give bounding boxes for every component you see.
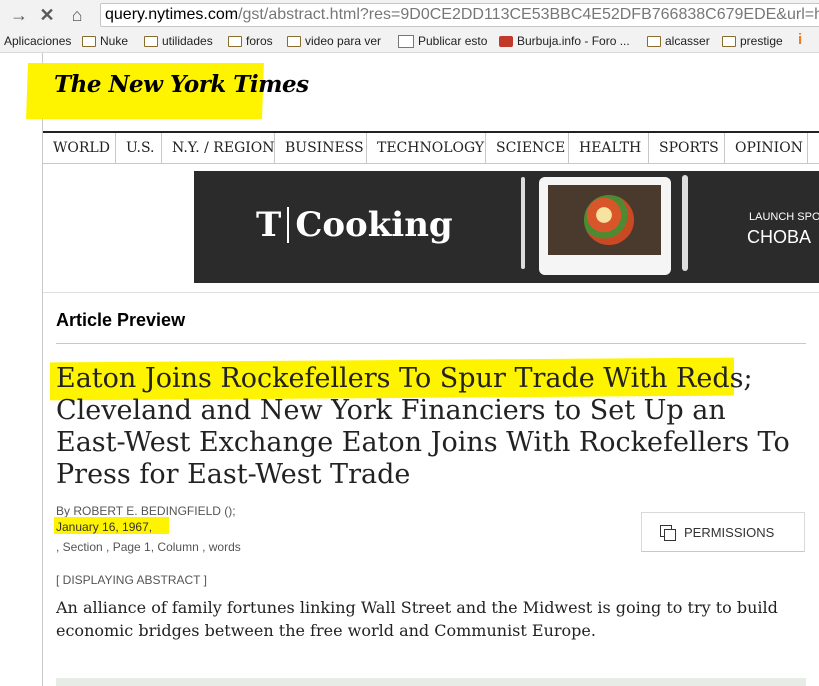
copy-icon bbox=[660, 525, 676, 541]
folder-icon bbox=[647, 35, 661, 47]
bottom-panel bbox=[56, 678, 806, 686]
cooking-ad-banner[interactable]: TCooking LAUNCH SPON CHOBA bbox=[194, 171, 819, 283]
nav-world[interactable]: WORLD bbox=[43, 133, 116, 163]
tablet-image bbox=[539, 177, 671, 275]
folder-icon bbox=[82, 35, 96, 47]
pizza-image bbox=[584, 195, 634, 245]
nav-ny-region[interactable]: N.Y. / REGION bbox=[162, 133, 275, 163]
section-nav: WORLD U.S. N.Y. / REGION BUSINESS TECHNO… bbox=[43, 131, 819, 164]
nav-sports[interactable]: SPORTS bbox=[649, 133, 725, 163]
bookmark-publicar[interactable]: Publicar esto bbox=[398, 34, 487, 48]
info-favicon-icon[interactable]: i bbox=[798, 31, 802, 48]
bookmark-burbuja[interactable]: Burbuja.info - Foro ... bbox=[499, 34, 630, 48]
folder-icon bbox=[287, 35, 301, 47]
bookmark-label: alcasser bbox=[665, 34, 710, 48]
ad-cooking-logo: T Cooking bbox=[256, 205, 453, 245]
ad-brand: Cooking bbox=[295, 205, 453, 245]
tablet-screen bbox=[548, 185, 661, 255]
fork-icon bbox=[521, 177, 525, 269]
bookmark-apps[interactable]: Aplicaciones bbox=[4, 34, 71, 48]
bookmark-label: Aplicaciones bbox=[4, 34, 72, 48]
divider bbox=[43, 292, 819, 293]
address-bar[interactable]: query.nytimes.com/gst/abstract.html?res=… bbox=[100, 3, 819, 27]
burbuja-favicon-icon bbox=[499, 35, 513, 47]
ad-choba-text: CHOBA bbox=[747, 227, 812, 247]
article-headline: Eaton Joins Rockefellers To Spur Trade W… bbox=[56, 363, 790, 490]
abstract-label: [ DISPLAYING ABSTRACT ] bbox=[56, 573, 207, 587]
url-path: /gst/abstract.html?res=9D0CE2DD113CE53BB… bbox=[238, 6, 819, 23]
bookmark-label: Publicar esto bbox=[418, 34, 488, 48]
bookmark-label: prestige bbox=[740, 34, 783, 48]
bookmark-label: video para ver bbox=[305, 34, 382, 48]
nav-us[interactable]: U.S. bbox=[116, 133, 162, 163]
folder-icon bbox=[228, 35, 242, 47]
nav-health[interactable]: HEALTH bbox=[569, 133, 649, 163]
bookmark-foros[interactable]: foros bbox=[228, 34, 273, 48]
permissions-label: PERMISSIONS bbox=[684, 524, 775, 540]
stop-icon[interactable]: ✕ bbox=[36, 4, 58, 26]
ad-launch-text: LAUNCH SPON bbox=[749, 211, 819, 223]
divider bbox=[56, 343, 806, 344]
forward-icon[interactable]: → bbox=[8, 4, 30, 26]
nav-technology[interactable]: TECHNOLOGY bbox=[367, 133, 486, 163]
folder-icon bbox=[144, 35, 158, 47]
nav-business[interactable]: BUSINESS bbox=[275, 133, 367, 163]
bookmark-alcasser[interactable]: alcasser bbox=[647, 34, 710, 48]
page-icon bbox=[398, 34, 414, 48]
bookmark-video[interactable]: video para ver bbox=[287, 34, 381, 48]
browser-toolbar: → ✕ ⌂ query.nytimes.com/gst/abstract.htm… bbox=[0, 0, 819, 30]
permissions-button[interactable]: PERMISSIONS bbox=[641, 512, 805, 552]
bookmarks-bar: Aplicaciones Nuke utilidades foros video… bbox=[0, 30, 819, 53]
bookmark-label: foros bbox=[246, 34, 273, 48]
article-abstract: An alliance of family fortunes linking W… bbox=[56, 598, 778, 640]
bookmark-label: utilidades bbox=[162, 34, 213, 48]
nyt-logo[interactable]: The New York Times bbox=[54, 71, 309, 98]
article-date: January 16, 1967, bbox=[56, 520, 153, 534]
article-preview-heading: Article Preview bbox=[56, 310, 186, 330]
bookmark-nuke[interactable]: Nuke bbox=[82, 34, 128, 48]
bookmark-prestige[interactable]: prestige bbox=[722, 34, 783, 48]
home-icon[interactable]: ⌂ bbox=[66, 4, 88, 26]
bookmark-label: Burbuja.info - Foro ... bbox=[517, 34, 630, 48]
folder-icon bbox=[722, 35, 736, 47]
bookmark-utilidades[interactable]: utilidades bbox=[144, 34, 213, 48]
url-host: query.nytimes.com bbox=[105, 6, 239, 23]
nav-science[interactable]: SCIENCE bbox=[486, 133, 569, 163]
nav-opinion[interactable]: OPINION bbox=[725, 133, 808, 163]
article-byline: By ROBERT E. BEDINGFIELD (); bbox=[56, 504, 236, 518]
knife-icon bbox=[682, 175, 688, 271]
bookmark-label: Nuke bbox=[100, 34, 129, 48]
article-section-info: , Section , Page 1, Column , words bbox=[56, 540, 241, 554]
nyt-t-icon: T bbox=[256, 207, 290, 243]
